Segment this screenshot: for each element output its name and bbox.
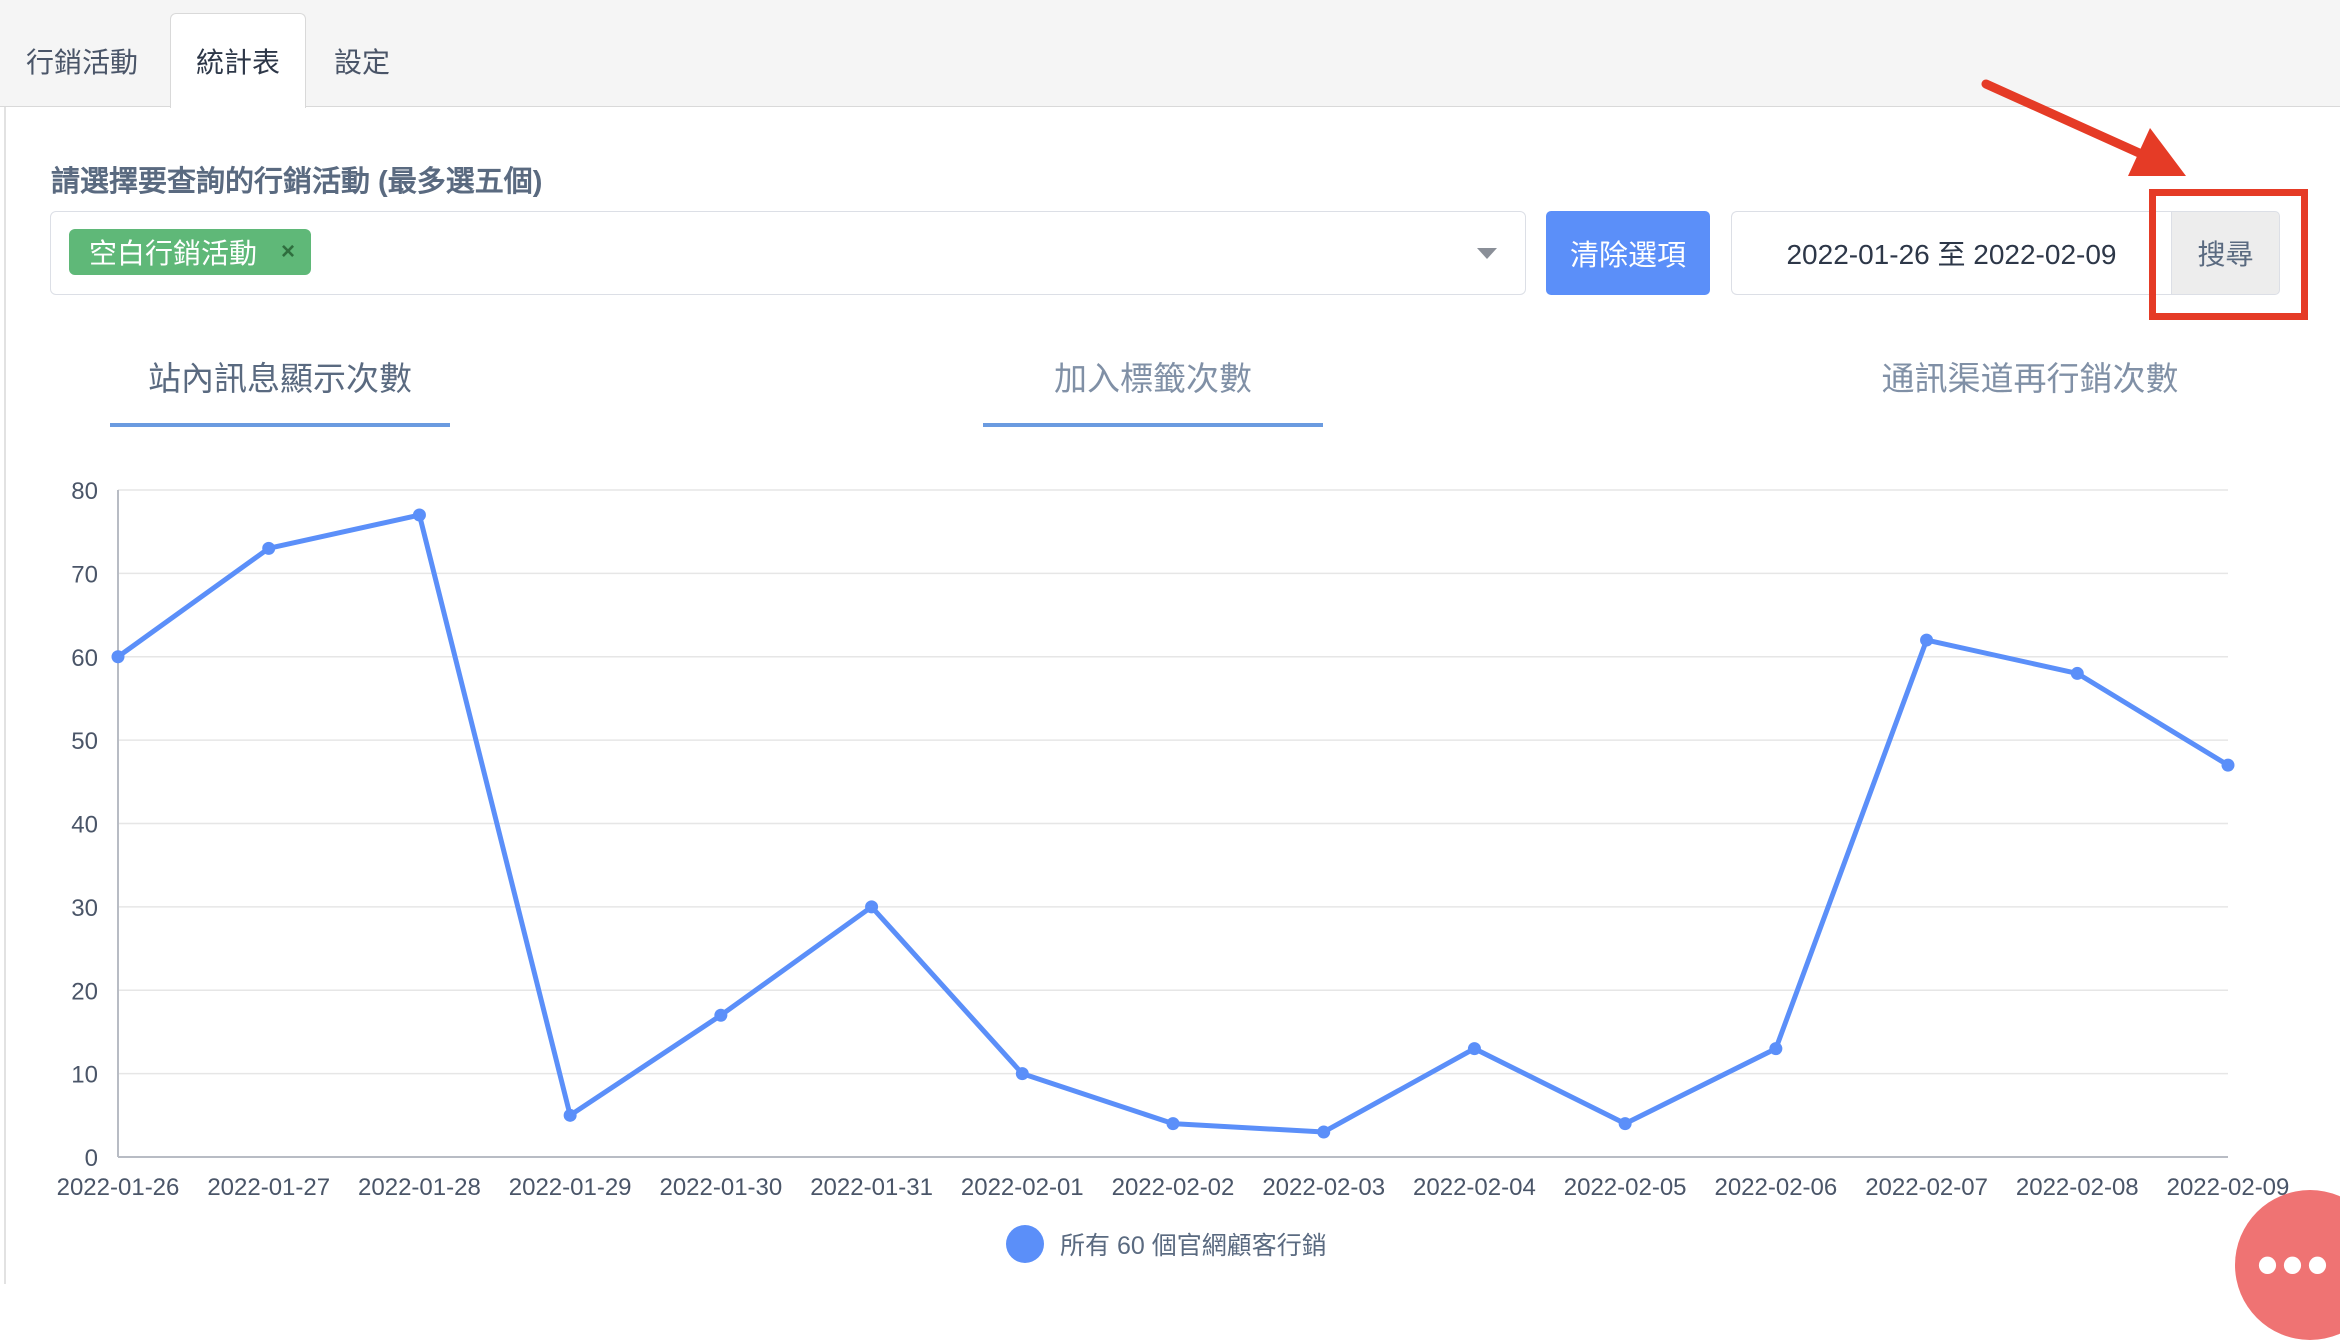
data-point [262, 541, 276, 555]
x-tick-label: 2022-02-01 [961, 1174, 1084, 1201]
data-point [714, 1008, 728, 1022]
x-tick-label: 2022-02-07 [1865, 1174, 1988, 1201]
tab-statistics[interactable]: 統計表 [170, 13, 306, 108]
line-chart: 0 10 20 30 40 50 60 70 80 2022-01-26 2022-01-27 202… [0, 440, 2340, 1284]
chip-remove-icon[interactable]: × [281, 238, 295, 266]
x-tick-label: 2022-02-05 [1564, 1174, 1687, 1201]
x-tick-label: 2022-02-08 [2016, 1174, 2139, 1201]
data-point [1015, 1067, 1029, 1081]
tab-bar: 行銷活動 統計表 設定 [0, 0, 2340, 108]
data-point [1467, 1042, 1481, 1056]
data-point [1920, 633, 1934, 647]
highlight-box [2149, 189, 2308, 320]
data-point [1769, 1042, 1783, 1056]
tab-underline [110, 423, 450, 427]
y-tick-label: 10 [71, 1062, 98, 1089]
x-tick-label: 2022-02-03 [1262, 1174, 1385, 1201]
date-range-input[interactable]: 2022-01-26 至 2022-02-09 [1731, 211, 2171, 295]
y-tick-label: 20 [71, 978, 98, 1005]
x-tick-label: 2022-01-26 [57, 1174, 180, 1201]
data-point [1618, 1117, 1632, 1131]
data-point [1317, 1125, 1331, 1139]
chart-legend[interactable]: 所有 60 個官網顧客行銷 [1006, 1225, 1327, 1263]
y-tick-label: 60 [71, 645, 98, 672]
metric-tab-message-impressions[interactable]: 站內訊息顯示次數 [110, 352, 450, 427]
x-tick-label: 2022-01-31 [810, 1174, 933, 1201]
tab-campaigns[interactable]: 行銷活動 [10, 13, 154, 108]
metric-tab-label: 站內訊息顯示次數 [148, 360, 412, 397]
tab-underline [983, 423, 1323, 427]
legend-marker [1006, 1225, 1044, 1263]
x-tick-label: 2022-02-02 [1112, 1174, 1235, 1201]
y-tick-label: 40 [71, 812, 98, 839]
x-tick-label: 2022-01-30 [659, 1174, 782, 1201]
campaign-multiselect[interactable]: 空白行銷活動 × [50, 211, 1526, 295]
data-point [111, 650, 125, 664]
data-point [2221, 758, 2235, 772]
clear-selection-button[interactable]: 清除選項 [1546, 211, 1710, 295]
metric-tab-tag-added[interactable]: 加入標籤次數 [983, 352, 1323, 427]
x-tick-label: 2022-01-27 [207, 1174, 330, 1201]
metric-tab-channel-remarketing[interactable]: 通訊渠道再行銷次數 [1860, 352, 2200, 427]
chevron-down-icon[interactable] [1477, 248, 1497, 259]
y-tick-label: 50 [71, 728, 98, 755]
metric-tab-label: 通訊渠道再行銷次數 [1881, 360, 2179, 397]
more-dots-icon: ••• [2257, 1231, 2333, 1298]
x-tick-label: 2022-02-06 [1714, 1174, 1837, 1201]
campaign-select-label: 請選擇要查詢的行銷活動 (最多選五個) [51, 166, 543, 198]
y-tick-label: 0 [85, 1145, 98, 1172]
y-tick-label: 80 [71, 478, 98, 505]
x-tick-label: 2022-01-28 [358, 1174, 481, 1201]
metric-tab-label: 加入標籤次數 [1054, 360, 1252, 397]
y-tick-label: 30 [71, 895, 98, 922]
x-tick-label: 2022-02-04 [1413, 1174, 1536, 1201]
tab-settings[interactable]: 設定 [318, 13, 406, 108]
x-tick-label: 2022-02-09 [2167, 1174, 2290, 1201]
legend-label: 所有 60 個官網顧客行銷 [1060, 1232, 1327, 1260]
data-point [412, 508, 426, 522]
data-point [2070, 666, 2084, 680]
data-point [865, 900, 879, 914]
y-tick-label: 70 [71, 561, 98, 588]
data-point [563, 1108, 577, 1122]
x-tick-label: 2022-01-29 [509, 1174, 632, 1201]
chart-svg: 0 10 20 30 40 50 60 70 80 2022-01-26 2022-01-27 202… [57, 478, 2290, 1201]
chip-label: 空白行銷活動 [89, 238, 258, 269]
selected-campaign-chip: 空白行銷活動 × [69, 229, 312, 275]
data-point [1166, 1117, 1180, 1131]
